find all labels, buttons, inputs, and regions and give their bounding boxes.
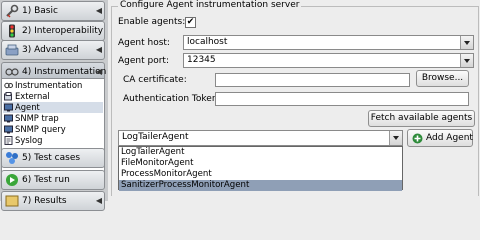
agent-type-combo[interactable]: LogTailerAgent (118, 130, 403, 146)
enable-agents-label: Enable agents: (118, 17, 186, 27)
play-icon (6, 174, 18, 186)
sublist-item-label: Syslog (15, 135, 43, 145)
sidebar-item-label: 6) Test run (22, 175, 70, 185)
sidebar-item-test-run[interactable]: 6) Test run (1, 170, 105, 190)
agent-type-value: LogTailerAgent (122, 132, 189, 142)
traffic-light-icon (9, 24, 15, 38)
sidebar-item-results[interactable]: 7) Results ◀ (1, 191, 105, 211)
sublist-item-agent[interactable]: Agent (3, 102, 103, 113)
sublist-item-label: SNMP trap (15, 113, 59, 123)
sidebar-item-basic[interactable]: 1) Basic ◀ (1, 1, 105, 21)
ca-certificate-field[interactable] (215, 73, 410, 87)
dropdown-option-highlighted[interactable]: SanitizerProcessMonitorAgent (119, 180, 402, 191)
agent-host-combo[interactable]: localhost (183, 35, 474, 50)
agent-port-value: 12345 (187, 55, 216, 65)
panel-title: Configure Agent instrumentation server (118, 0, 302, 10)
sublist-item-instrumentation[interactable]: Instrumentation (3, 80, 103, 91)
agent-port-label: Agent port: (118, 56, 169, 66)
agent-port-combo[interactable]: 12345 (183, 53, 474, 68)
agent-host-label: Agent host: (118, 38, 170, 48)
dropdown-arrow-icon[interactable] (460, 54, 473, 67)
dropdown-option[interactable]: FileMonitorAgent (119, 158, 402, 169)
fetch-agents-button[interactable]: Fetch available agents (368, 110, 475, 127)
sidebar: 1) Basic ◀ 2) Interoperability 3) Advanc… (0, 0, 108, 211)
sidebar-item-label: 3) Advanced (22, 45, 79, 55)
dropdown-arrow-icon[interactable] (389, 131, 402, 145)
sublist-item-label: SNMP query (15, 124, 66, 134)
enable-agents-checkbox[interactable]: ✔ (185, 17, 196, 28)
screwdriver-icon (5, 44, 19, 56)
sublist-item-label: External (15, 91, 50, 101)
sublist-item-snmp-query[interactable]: SNMP query (3, 124, 103, 135)
snmp-trap-icon (4, 114, 13, 123)
snmp-query-icon (4, 125, 13, 134)
agent-icon (4, 103, 13, 112)
chevron-down-icon: ◀ (95, 67, 102, 76)
external-icon (4, 92, 12, 101)
instrumentation-icon (4, 82, 13, 89)
sublist-item-syslog[interactable]: Syslog (3, 135, 103, 146)
auth-token-label: Authentication Token: (123, 94, 221, 104)
agent-config-panel: Configure Agent instrumentation server E… (108, 0, 480, 201)
syslog-icon (4, 136, 13, 145)
gauge-icon (5, 68, 19, 76)
dropdown-arrow-icon[interactable] (460, 36, 473, 49)
dropdown-option[interactable]: LogTailerAgent (119, 147, 402, 158)
sidebar-item-interoperability[interactable]: 2) Interoperability (1, 21, 105, 41)
chevron-left-icon: ◀ (95, 6, 102, 15)
browse-button[interactable]: Browse... (416, 70, 469, 87)
sidebar-item-label: 7) Results (22, 196, 67, 206)
sidebar-item-label: 5) Test cases (22, 153, 81, 163)
puzzle-icon (6, 152, 18, 164)
agent-host-value: localhost (187, 37, 228, 47)
sidebar-item-label: 1) Basic (22, 6, 58, 16)
sublist-item-external[interactable]: External (3, 91, 103, 102)
sidebar-item-label: 2) Interoperability (22, 26, 104, 36)
chevron-left-icon: ◀ (95, 196, 102, 205)
ca-certificate-label: CA certificate: (123, 75, 187, 85)
add-agent-label: Add Agent (426, 133, 473, 143)
sidebar-item-label: 4) Instrumentation (22, 67, 107, 77)
agent-type-dropdown-list: LogTailerAgent FileMonitorAgent ProcessM… (118, 146, 403, 191)
sublist-item-label: Agent (15, 102, 40, 112)
wrench-icon (6, 4, 19, 18)
sidebar-item-advanced[interactable]: 3) Advanced ◀ (1, 40, 105, 60)
add-icon (412, 133, 423, 144)
add-agent-button[interactable]: Add Agent (407, 129, 473, 147)
sublist-item-label: Instrumentation (15, 80, 83, 90)
auth-token-field[interactable] (215, 92, 469, 106)
dropdown-option[interactable]: ProcessMonitorAgent (119, 169, 402, 180)
chevron-left-icon: ◀ (95, 45, 102, 54)
sublist-item-snmp-trap[interactable]: SNMP trap (3, 113, 103, 124)
results-icon (5, 195, 19, 207)
sidebar-item-test-cases[interactable]: 5) Test cases (1, 148, 105, 168)
